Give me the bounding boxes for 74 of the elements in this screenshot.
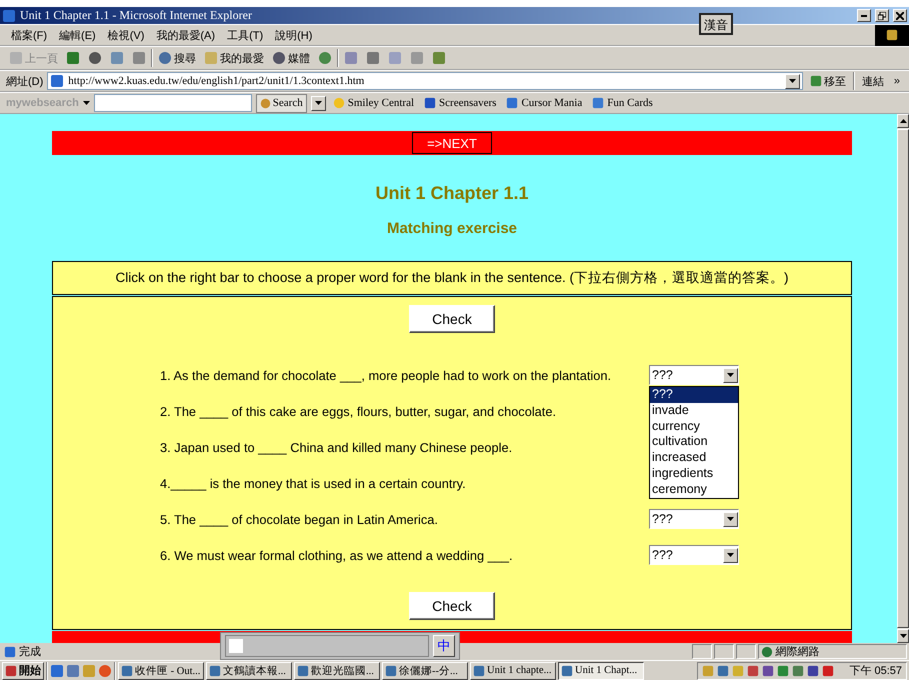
question-text: 1. As the demand for chocolate ___, more people had to work on the plantation. [160, 368, 612, 382]
caret-icon [727, 517, 734, 521]
status-pane [736, 644, 756, 659]
ime-logo[interactable]: 漢音 [699, 13, 733, 35]
menu-item[interactable]: 我的最愛(A) [151, 28, 220, 42]
answer-dropdown[interactable]: ??? [649, 509, 739, 529]
question-text: 5. The ____ of chocolate began in Latin America. [160, 512, 439, 526]
taskbar-button[interactable]: 文鶴讀本報... [206, 662, 292, 680]
zone-text: 網際網路 [776, 645, 820, 659]
toolbar-button[interactable]: 我的最愛 [201, 50, 267, 66]
next-button[interactable]: =>NEXT [412, 132, 492, 154]
caret-icon [314, 101, 322, 105]
up-arrow-icon [900, 119, 906, 123]
taskbar-button[interactable]: Unit 1 Chapt... [558, 662, 644, 680]
scrollbar[interactable] [897, 114, 909, 643]
menu-item[interactable]: 編輯(E) [54, 28, 101, 42]
address-label: 網址(D) [6, 74, 44, 88]
caret-icon [727, 373, 734, 377]
page-title: Unit 1 Chapter 1.1 [374, 183, 530, 204]
dropdown-button[interactable] [310, 96, 326, 110]
answer-dropdown[interactable]: ??? [649, 365, 739, 385]
down-arrow-icon [900, 634, 906, 638]
question-text: 3. Japan used to ____ China and killed many Chinese people. [160, 440, 514, 454]
close-icon [896, 12, 904, 20]
instruction-text: Click on the right bar to choose a proper word for the blank in the sentence. (下拉右側方格，選取適當的答案。) [52, 261, 852, 295]
address-field[interactable]: http://www2.kuas.edu.tw/edu/english1/part2/unit1/1.3context1.htm [47, 72, 803, 90]
toolbar-link[interactable]: Fun Cards [589, 97, 656, 109]
caret-icon [82, 101, 90, 105]
caret-icon [788, 79, 796, 83]
status-text: 完成 [19, 644, 41, 659]
dropdown-button[interactable] [784, 74, 800, 88]
more-button[interactable]: » [890, 75, 903, 87]
clock-text: 下午 05:57 [849, 664, 902, 678]
minimize-icon [861, 14, 867, 16]
menu-item[interactable]: 檔案(F) [6, 28, 52, 42]
taskbar-button[interactable]: 歡迎光臨國... [294, 662, 380, 680]
toolbar-button[interactable]: 媒體 [269, 50, 313, 66]
check-button[interactable]: Check [409, 592, 495, 620]
status-pane [692, 644, 712, 659]
toolbar-link[interactable]: Smiley Central [330, 97, 418, 109]
toolbar-link[interactable]: Screensavers [421, 97, 500, 109]
check-button[interactable]: Check [409, 305, 495, 333]
search-button[interactable]: Search [256, 94, 307, 112]
minimize-button[interactable] [857, 9, 871, 22]
go-button[interactable]: 移至 [806, 74, 849, 88]
question-text: 2. The ____ of this cake are eggs, flours, butter, sugar, and chocolate. [160, 404, 558, 418]
page-subtitle: Matching exercise [386, 220, 518, 237]
window-title: Unit 1 Chapter 1.1 - Microsoft Internet Explorer [20, 8, 253, 23]
ime-mode-button[interactable]: 中 [433, 635, 455, 657]
taskbar-button[interactable]: 收件匣 - Out... [118, 662, 204, 680]
taskbar-button[interactable]: Unit 1 chapte... [470, 662, 556, 680]
status-pane [714, 644, 734, 659]
answer-dropdown[interactable]: ??? [649, 545, 739, 565]
dropdown-button[interactable] [723, 548, 738, 562]
toolbar-link[interactable]: Cursor Mania [503, 97, 586, 109]
menu-item[interactable]: 工具(T) [222, 28, 268, 42]
restore-icon [878, 12, 886, 20]
dropdown-option[interactable]: ??? [650, 387, 738, 403]
menu-item[interactable]: 檢視(V) [102, 28, 150, 42]
search-field[interactable] [94, 94, 252, 112]
restore-button[interactable] [875, 9, 889, 22]
links-button[interactable]: 連結 [858, 74, 887, 88]
taskbar-button[interactable]: 徐儷娜--分... [382, 662, 468, 680]
ime-field[interactable] [225, 635, 429, 657]
close-button[interactable] [893, 9, 907, 22]
toolbar-button[interactable]: 搜尋 [155, 50, 199, 66]
dropdown-button[interactable] [723, 368, 738, 382]
caret-icon [727, 553, 734, 557]
menu-item[interactable]: 說明(H) [270, 28, 318, 42]
question-text: 6. We must wear formal clothing, as we attend a wedding ___. [160, 548, 514, 562]
start-button[interactable]: 開始 [2, 662, 44, 680]
dropdown-button[interactable] [723, 512, 738, 526]
question-text: 4._____ is the money that is used in a certain country. [160, 476, 467, 490]
toolbar-logo: mywebsearch [6, 97, 79, 109]
